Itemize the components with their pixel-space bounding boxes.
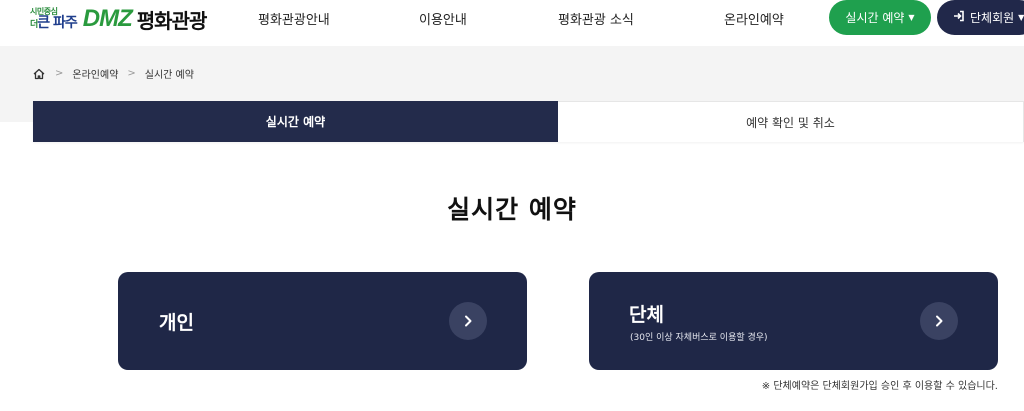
chevron-right-icon xyxy=(920,302,958,340)
nav-item-online-reservation[interactable]: 온라인예약 xyxy=(724,0,784,36)
card-title-group: 단체 xyxy=(629,304,664,326)
group-reservation-note: ※ 단체예약은 단체회원가입 승인 후 이용할 수 있습니다. xyxy=(761,381,998,392)
caret-down-icon: ▼ xyxy=(1018,13,1024,22)
breadcrumb-separator: > xyxy=(55,68,64,79)
reservation-tabs: 실시간 예약 예약 확인 및 취소 xyxy=(33,101,1024,142)
group-reservation-card[interactable]: 단체 (30인 이상 자체버스로 이용할 경우) xyxy=(589,272,998,370)
site-header: 시민중심 더큰 파주 DMZ 평화관광 평화관광안내 이용안내 평화관광 소식 … xyxy=(0,0,1024,46)
tab-realtime-reservation[interactable]: 실시간 예약 xyxy=(33,101,558,142)
tab-reservation-check-cancel[interactable]: 예약 확인 및 취소 xyxy=(558,101,1024,142)
card-title-individual: 개인 xyxy=(159,312,194,334)
breadcrumb-item-online-reservation[interactable]: 온라인예약 xyxy=(72,66,118,81)
breadcrumb-separator: > xyxy=(127,68,136,79)
nav-item-peace-tour-news[interactable]: 평화관광 소식 xyxy=(558,0,634,36)
caret-down-icon: ▼ xyxy=(908,13,915,22)
nav-item-peace-tour-info[interactable]: 평화관광안내 xyxy=(258,0,330,36)
group-member-label: 단체회원 xyxy=(970,11,1015,25)
individual-reservation-card[interactable]: 개인 xyxy=(118,272,527,370)
logo-dmz-text: DMZ xyxy=(82,5,133,32)
chevron-right-icon xyxy=(449,302,487,340)
realtime-reserve-label: 실시간 예약 xyxy=(845,11,905,25)
nav-item-usage-guide[interactable]: 이용안내 xyxy=(419,0,467,36)
home-icon[interactable] xyxy=(32,67,46,81)
logo-small-main: 더큰 파주 xyxy=(30,15,78,31)
paju-logo-mark: 시민중심 더큰 파주 xyxy=(30,8,78,31)
page-title: 실시간 예약 xyxy=(447,195,577,224)
card-subtitle-group: (30인 이상 자체버스로 이용할 경우) xyxy=(630,333,768,343)
realtime-reserve-button[interactable]: 실시간 예약 ▼ xyxy=(829,0,931,35)
breadcrumb-item-realtime-reservation[interactable]: 실시간 예약 xyxy=(145,66,194,81)
login-icon xyxy=(953,10,965,25)
breadcrumb: > 온라인예약 > 실시간 예약 xyxy=(32,66,194,81)
logo-title: 평화관광 xyxy=(136,8,208,33)
site-logo[interactable]: 시민중심 더큰 파주 DMZ 평화관광 xyxy=(30,4,208,34)
group-member-button[interactable]: 단체회원 ▼ xyxy=(937,0,1024,35)
